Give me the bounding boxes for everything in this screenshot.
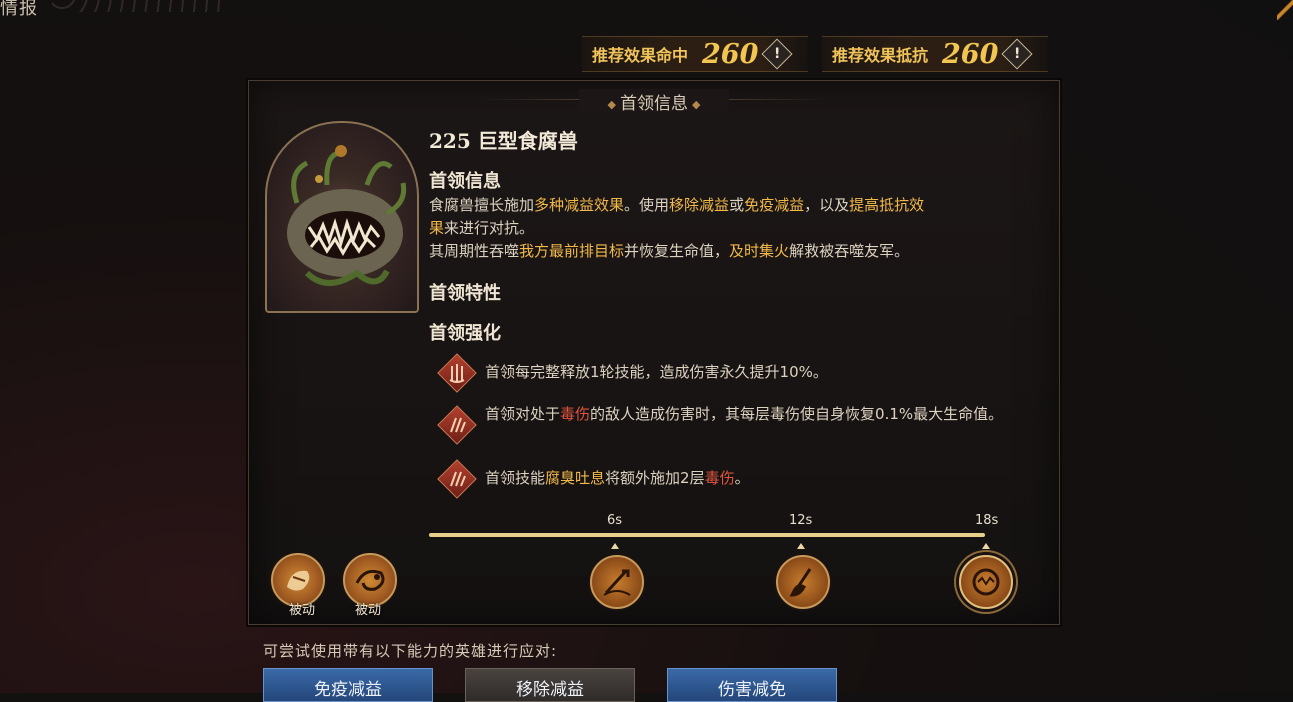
enhance-icon-3 xyxy=(437,459,477,499)
swirl-beast-icon xyxy=(355,569,385,591)
tick-12s: 12s xyxy=(789,513,813,528)
corner-ornament xyxy=(1277,0,1293,20)
warning-info-icon[interactable]: ! xyxy=(1001,38,1033,70)
panel-title: ◆ 首领信息 ◆ xyxy=(579,89,729,114)
brush-sweep-icon xyxy=(789,568,812,597)
stat-label-hit: 推荐效果命中 xyxy=(592,46,689,65)
enhance-text-1: 首领每完整释放1轮技能，造成伤害永久提升10%。 xyxy=(485,363,828,381)
passive-label-1: 被动 xyxy=(288,603,315,618)
tick-18s: 18s xyxy=(975,513,999,528)
spear-strike-icon xyxy=(603,569,631,596)
counter-hint: 可尝试使用带有以下能力的英雄进行应对: xyxy=(263,642,558,660)
tag-remove-debuff[interactable]: 移除减益 xyxy=(465,668,635,702)
arrow-up-icon xyxy=(982,543,990,549)
info-heading: 首领信息 xyxy=(429,171,501,192)
recommended-resist-stat: 推荐效果抵抗 260 ! xyxy=(822,36,1048,72)
maw-burst-icon xyxy=(972,568,1000,596)
skill-6s[interactable] xyxy=(590,555,644,609)
boss-info-panel: ◆ 首领信息 ◆ 225 巨型食腐兽 首领信息 食腐兽擅长施加多种减益效果。使用移除… xyxy=(248,80,1060,625)
boss-portrait xyxy=(265,121,419,313)
desc-line: 食腐兽擅长施加多种减益效果。使用移除减益或免疫减益，以及提高抵抗效 xyxy=(429,196,925,214)
enhance-text-2: 首领对处于毒伤的敌人造成伤害时，其每层毒伤使自身恢复0.1%最大生命值。 xyxy=(485,405,1004,423)
screen-title: 情报 xyxy=(0,0,38,19)
hand-claw-icon xyxy=(287,570,310,591)
stat-value-resist: 260 xyxy=(942,38,999,70)
arrow-up-icon xyxy=(797,543,805,549)
passive-label-2: 被动 xyxy=(354,603,381,618)
tag-immune-debuff[interactable]: 免疫减益 xyxy=(263,668,433,702)
title-ornament xyxy=(52,0,222,12)
stat-value-hit: 260 xyxy=(702,38,759,70)
boss-name: 225 巨型食腐兽 xyxy=(429,129,578,153)
stat-label-resist: 推荐效果抵抗 xyxy=(832,46,929,65)
recommended-hit-stat: 推荐效果命中 260 ! xyxy=(582,36,808,72)
tick-6s: 6s xyxy=(607,513,623,528)
enhance-text-3: 首领技能腐臭吐息将额外施加2层毒伤。 xyxy=(485,469,750,487)
warning-info-icon[interactable]: ! xyxy=(761,38,793,70)
tag-damage-reduction[interactable]: 伤害减免 xyxy=(667,668,837,702)
boss-description: 食腐兽擅长施加多种减益效果。使用移除减益或免疫减益，以及提高抵抗效 果来进行对抗… xyxy=(429,194,1039,263)
enhance-icon-1 xyxy=(437,353,477,393)
desc-line: 其周期性吞噬我方最前排目标并恢复生命值，及时集火解救被吞噬友军。 xyxy=(429,242,910,260)
traits-heading: 首领特性 xyxy=(429,283,501,304)
desc-line: 果来进行对抗。 xyxy=(429,219,535,237)
skill-12s[interactable] xyxy=(776,555,830,609)
skill-timeline xyxy=(429,533,985,537)
enhance-icon-2 xyxy=(437,405,477,445)
arrow-up-icon xyxy=(611,543,619,549)
enhance-heading: 首领强化 xyxy=(429,323,501,344)
skill-18s-ultimate[interactable] xyxy=(959,555,1013,609)
